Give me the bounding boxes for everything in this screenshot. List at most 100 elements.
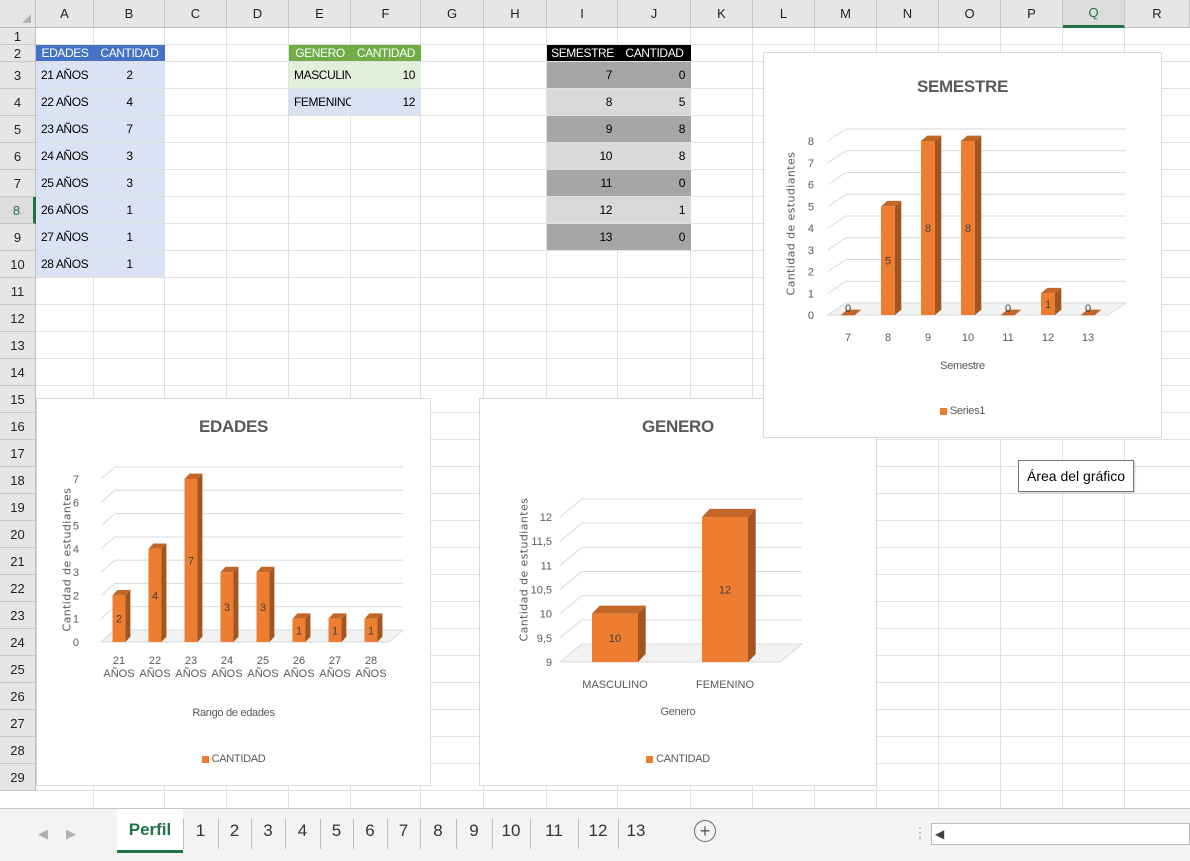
chart-legend[interactable]: CANTIDAD	[480, 753, 876, 765]
sheet-tab-perfil[interactable]: Perfil	[117, 809, 183, 853]
table-cell[interactable]: 3	[94, 143, 165, 169]
table-cell[interactable]: 28 AÑOS	[36, 251, 94, 277]
column-header-r[interactable]: R	[1125, 0, 1190, 28]
row-header-23[interactable]: 23	[0, 602, 36, 629]
row-header-8[interactable]: 8	[0, 197, 36, 224]
row-header-6[interactable]: 6	[0, 143, 36, 170]
table-cell[interactable]: 1	[94, 251, 165, 277]
table-cell[interactable]: 0	[618, 224, 691, 250]
sheet-tab-7[interactable]: 7	[387, 809, 420, 853]
table-cell[interactable]: 8	[618, 116, 691, 142]
chevron-left-icon[interactable]: ◀	[38, 826, 48, 842]
sheet-tab-12[interactable]: 12	[578, 809, 618, 853]
row-header-29[interactable]: 29	[0, 764, 36, 791]
table-cell[interactable]: 23 AÑOS	[36, 116, 94, 142]
row-header-11[interactable]: 11	[0, 278, 36, 305]
row-header-16[interactable]: 16	[0, 413, 36, 440]
horizontal-scrollbar[interactable]: ◀	[931, 823, 1190, 845]
table-cell[interactable]: 8	[618, 143, 691, 169]
sheet-tab-3[interactable]: 3	[251, 809, 285, 853]
table-header-cell[interactable]: CANTIDAD	[94, 45, 165, 61]
row-header-7[interactable]: 7	[0, 170, 36, 197]
column-header-j[interactable]: J	[618, 0, 691, 28]
table-cell[interactable]: 12	[351, 89, 421, 115]
table-header-cell[interactable]: SEMESTRE	[547, 45, 618, 61]
table-header-cell[interactable]: EDADES	[36, 45, 94, 61]
table-cell[interactable]: 1	[94, 197, 165, 223]
table-header-cell[interactable]: GENERO	[289, 45, 351, 61]
row-header-10[interactable]: 10	[0, 251, 36, 278]
row-header-14[interactable]: 14	[0, 359, 36, 386]
table-cell[interactable]: 26 AÑOS	[36, 197, 94, 223]
column-header-p[interactable]: P	[1001, 0, 1063, 28]
chevron-right-icon[interactable]: ▶	[66, 826, 76, 842]
table-cell[interactable]: 1	[618, 197, 691, 223]
row-header-25[interactable]: 25	[0, 656, 36, 683]
table-cell[interactable]: 22 AÑOS	[36, 89, 94, 115]
column-header-e[interactable]: E	[289, 0, 351, 28]
column-header-m[interactable]: M	[815, 0, 877, 28]
row-header-28[interactable]: 28	[0, 737, 36, 764]
row-header-27[interactable]: 27	[0, 710, 36, 737]
table-cell[interactable]: 3	[94, 170, 165, 196]
table-cell[interactable]: 25 AÑOS	[36, 170, 94, 196]
table-cell[interactable]: 8	[547, 89, 618, 115]
table-cell[interactable]: 0	[618, 170, 691, 196]
sheet-tab-4[interactable]: 4	[285, 809, 320, 853]
row-header-4[interactable]: 4	[0, 89, 36, 116]
sheet-tab-5[interactable]: 5	[320, 809, 353, 853]
column-header-c[interactable]: C	[165, 0, 227, 28]
column-header-o[interactable]: O	[939, 0, 1001, 28]
table-cell[interactable]: 21 AÑOS	[36, 62, 94, 88]
row-header-20[interactable]: 20	[0, 521, 36, 548]
column-header-k[interactable]: K	[691, 0, 753, 28]
table-cell[interactable]: FEMENINO	[289, 89, 351, 115]
column-header-a[interactable]: A	[36, 0, 94, 28]
column-header-f[interactable]: F	[351, 0, 421, 28]
table-cell[interactable]: 1	[94, 224, 165, 250]
spreadsheet-grid[interactable]: ABCDEFGHIJKLMNOPQR 1 2 3 4 5 6 7 8 9 10 11 12 13 14 15…	[0, 0, 1190, 808]
row-header-3[interactable]: 3	[0, 62, 36, 89]
table-cell[interactable]: 11	[547, 170, 618, 196]
row-header-13[interactable]: 13	[0, 332, 36, 359]
table-cell[interactable]: 27 AÑOS	[36, 224, 94, 250]
table-cell[interactable]: 12	[547, 197, 618, 223]
column-header-d[interactable]: D	[227, 0, 289, 28]
scroll-left-icon[interactable]: ◀	[935, 827, 944, 841]
column-header-n[interactable]: N	[877, 0, 939, 28]
table-cell[interactable]: 2	[94, 62, 165, 88]
row-header-9[interactable]: 9	[0, 224, 36, 251]
more-options-icon[interactable]: ⋮	[913, 824, 927, 841]
row-header-17[interactable]: 17	[0, 440, 36, 467]
chart-legend[interactable]: Series1	[764, 405, 1161, 417]
chart-genero[interactable]: GENERO 9 9,5 10 10,5 11 11,5 12 10 MASCULINO 12 FE…	[479, 398, 877, 786]
sheet-tab-8[interactable]: 8	[420, 809, 456, 853]
chart-edades[interactable]: EDADES 0 1 2 3 4 5 6 7 2 21 AÑOS 4 22 AÑOS 7 23 AÑOS 3 24 A…	[36, 398, 431, 786]
chart-legend[interactable]: CANTIDAD	[37, 753, 430, 765]
sheet-tab-2[interactable]: 2	[218, 809, 251, 853]
row-header-26[interactable]: 26	[0, 683, 36, 710]
column-header-q[interactable]: Q	[1063, 0, 1125, 28]
select-all-corner[interactable]	[0, 0, 36, 28]
chart-semestre[interactable]: SEMESTRE 0 1 2 3 4 5 6 7 8 0 7 5 8 8 9 8 10 0 11 1 12 0 13 Sem…	[763, 52, 1162, 438]
table-cell[interactable]: 5	[618, 89, 691, 115]
row-header-21[interactable]: 21	[0, 548, 36, 575]
row-header-5[interactable]: 5	[0, 116, 36, 143]
column-header-h[interactable]: H	[484, 0, 547, 28]
table-cell[interactable]: 7	[94, 116, 165, 142]
table-cell[interactable]: 24 AÑOS	[36, 143, 94, 169]
table-cell[interactable]: 4	[94, 89, 165, 115]
table-cell[interactable]: 10	[547, 143, 618, 169]
column-header-i[interactable]: I	[547, 0, 618, 28]
plus-circle-icon[interactable]: +	[694, 820, 716, 842]
table-cell[interactable]: 9	[547, 116, 618, 142]
row-header-19[interactable]: 19	[0, 494, 36, 521]
sheet-tab-9[interactable]: 9	[456, 809, 492, 853]
table-cell[interactable]: 10	[351, 62, 421, 88]
sheet-tab-6[interactable]: 6	[353, 809, 387, 853]
row-header-1[interactable]: 1	[0, 28, 36, 45]
sheet-tab-10[interactable]: 10	[492, 809, 530, 853]
table-cell[interactable]: 13	[547, 224, 618, 250]
table-cell[interactable]: 0	[618, 62, 691, 88]
row-header-18[interactable]: 18	[0, 467, 36, 494]
